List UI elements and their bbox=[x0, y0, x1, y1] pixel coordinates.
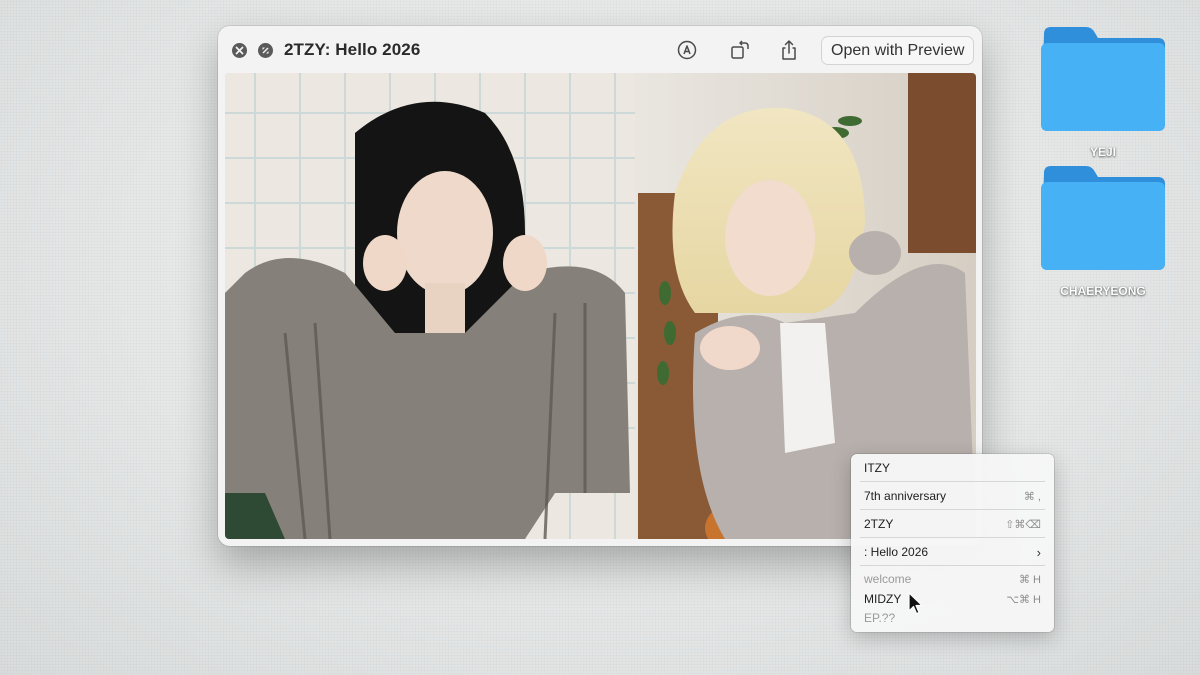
menu-item-hello-2026[interactable]: : Hello 2026 › bbox=[864, 543, 1041, 561]
cursor-arrow-icon bbox=[908, 592, 923, 615]
menu-item-shortcut: ⇧⌘⌫ bbox=[1005, 518, 1041, 531]
menu-item-label: EP.?? bbox=[864, 611, 896, 625]
fullscreen-icon bbox=[262, 47, 269, 54]
folder-yeji[interactable]: YEJI bbox=[1038, 24, 1168, 159]
folder-icon bbox=[1041, 166, 1165, 270]
context-menu: ITZY 7th anniversary ⌘ , 2TZY ⇧⌘⌫ : Hell… bbox=[851, 454, 1054, 632]
menu-item-label: 7th anniversary bbox=[864, 489, 947, 503]
close-icon bbox=[235, 46, 244, 55]
rotate-icon[interactable] bbox=[729, 39, 751, 61]
window-title: 2TZY: Hello 2026 bbox=[284, 40, 421, 59]
menu-separator bbox=[860, 509, 1045, 510]
folder-chaeryeong[interactable]: CHAERYEONG bbox=[1038, 163, 1168, 298]
menu-separator bbox=[860, 537, 1045, 538]
markup-icon[interactable] bbox=[676, 39, 698, 61]
window-titlebar: 2TZY: Hello 2026 Open with Preview bbox=[218, 26, 982, 74]
menu-item-shortcut: ⌘ , bbox=[1023, 490, 1041, 503]
menu-item-7th-anniversary[interactable]: 7th anniversary ⌘ , bbox=[864, 487, 1041, 505]
chevron-right-icon: › bbox=[1036, 544, 1041, 560]
menu-item-shortcut: ⌥⌘ H bbox=[1006, 593, 1041, 606]
menu-item-label: ITZY bbox=[864, 461, 890, 475]
close-button[interactable] bbox=[232, 43, 247, 58]
menu-separator bbox=[860, 481, 1045, 482]
menu-item-shortcut: ⌘ H bbox=[1019, 573, 1041, 586]
menu-item-label: MIDZY bbox=[864, 592, 902, 606]
menu-item-itzy[interactable]: ITZY bbox=[864, 459, 1041, 477]
folder-icon bbox=[1041, 27, 1165, 131]
menu-item-ep[interactable]: EP.?? bbox=[864, 609, 1041, 627]
menu-item-midzy[interactable]: MIDZY ⌥⌘ H bbox=[864, 590, 1041, 608]
menu-item-label: 2TZY bbox=[864, 517, 894, 531]
menu-item-2tzy[interactable]: 2TZY ⇧⌘⌫ bbox=[864, 515, 1041, 533]
open-with-preview-button[interactable]: Open with Preview bbox=[821, 36, 975, 65]
share-icon[interactable] bbox=[778, 39, 800, 61]
menu-item-label: : Hello 2026 bbox=[864, 545, 929, 559]
folder-label: CHAERYEONG bbox=[1060, 284, 1146, 298]
menu-item-welcome[interactable]: welcome ⌘ H bbox=[864, 570, 1041, 588]
menu-separator bbox=[860, 565, 1045, 566]
folder-label: YEJI bbox=[1089, 145, 1116, 159]
menu-item-label: welcome bbox=[864, 572, 912, 586]
fullscreen-button[interactable] bbox=[258, 43, 273, 58]
